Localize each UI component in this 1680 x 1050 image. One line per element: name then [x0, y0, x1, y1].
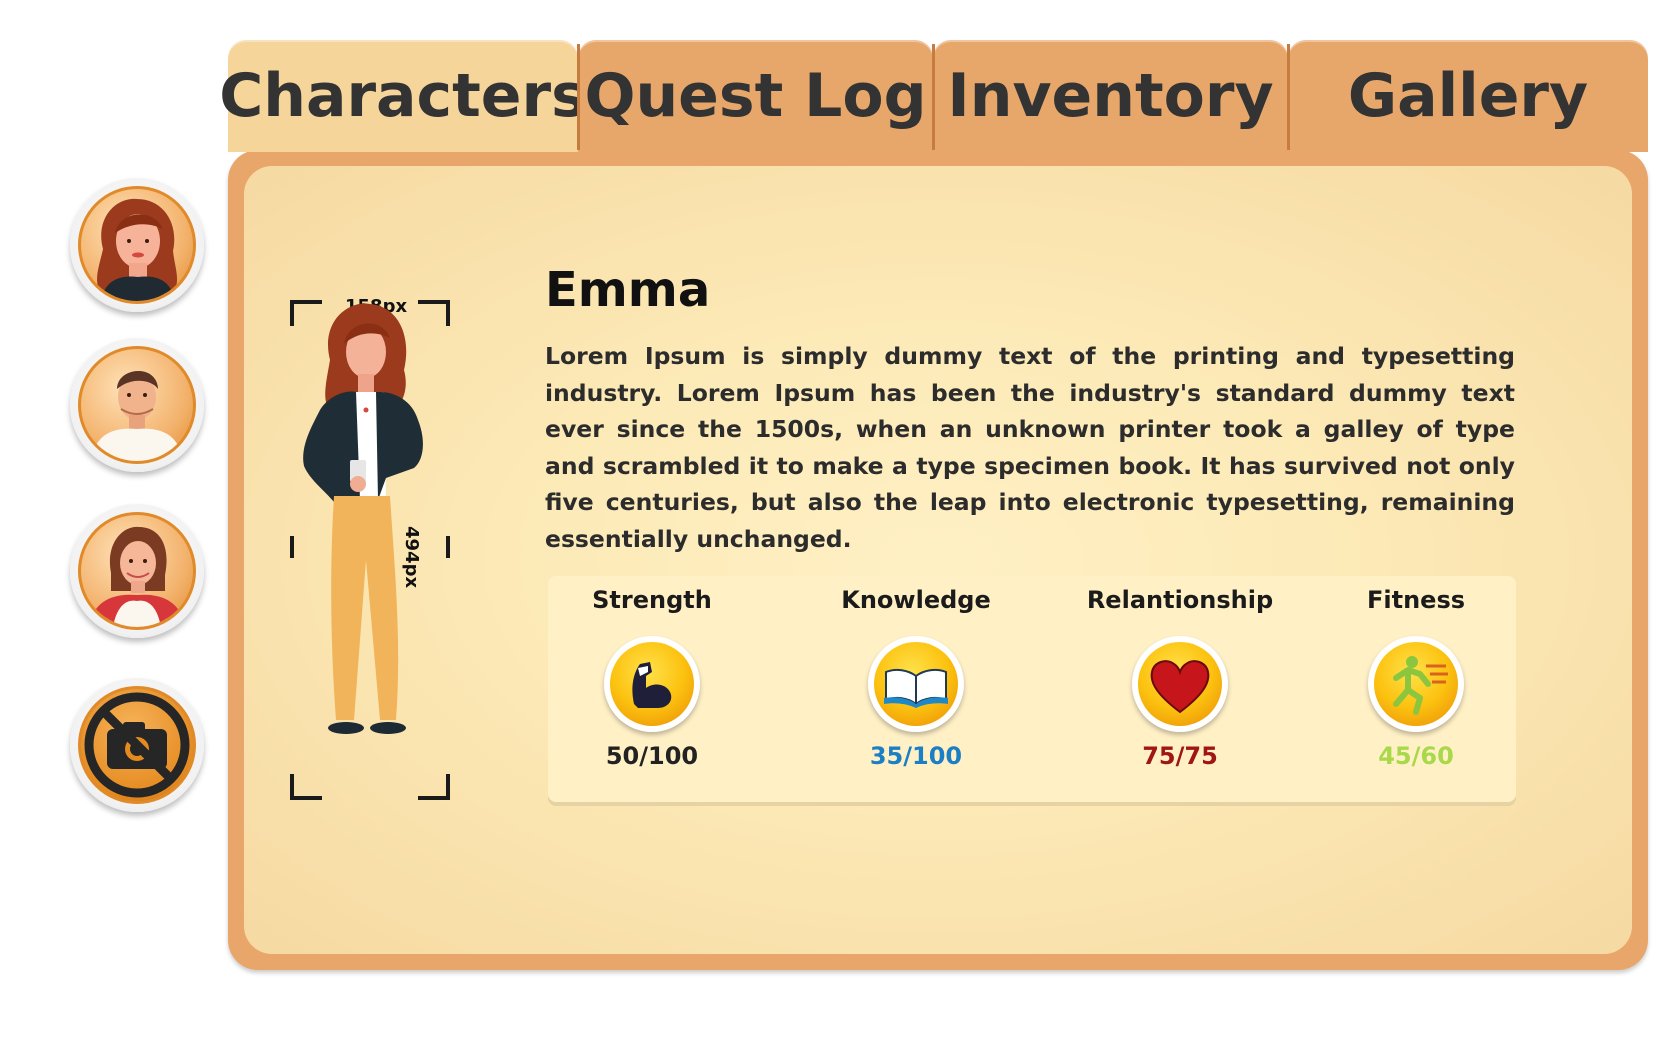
avatar-man[interactable]	[70, 338, 204, 472]
tab-characters-label: Characters	[219, 61, 587, 131]
character-figure: 158px 494px	[290, 296, 450, 800]
man-portrait-icon	[91, 370, 183, 461]
stat-strength: Strength 50/100	[552, 576, 752, 802]
stat-fitness-value: 45/60	[1378, 742, 1454, 770]
emma-full-body-illustration	[303, 303, 423, 734]
stat-fitness: Fitness 45/60	[1316, 576, 1516, 802]
avatar-locked-no-camera[interactable]	[70, 678, 204, 812]
tab-characters[interactable]: Characters	[219, 40, 587, 152]
stat-strength-badge[interactable]	[604, 636, 700, 732]
heart-icon	[1150, 660, 1210, 714]
stat-relationship-value: 75/75	[1142, 742, 1218, 770]
tab-quest-log[interactable]: Quest Log	[578, 40, 933, 152]
character-name: Emma	[545, 262, 711, 318]
stat-strength-label: Strength	[592, 586, 712, 614]
muscle-icon	[632, 662, 672, 708]
book-icon	[884, 668, 948, 708]
avatar-emma-portrait	[78, 186, 196, 304]
avatar-man-portrait	[78, 346, 196, 464]
tab-divider	[1287, 44, 1290, 150]
woman-portrait-icon	[97, 198, 178, 301]
character-description: Lorem Ipsum is simply dummy text of the …	[545, 342, 1515, 553]
tab-gallery[interactable]: Gallery	[1288, 40, 1648, 152]
paper-background	[244, 166, 1632, 954]
tab-divider	[932, 44, 935, 150]
avatar-emma[interactable]	[70, 178, 204, 312]
no-camera-badge	[78, 686, 196, 804]
stat-relationship-label: Relantionship	[1086, 586, 1274, 614]
stat-relationship-badge[interactable]	[1132, 636, 1228, 732]
stat-knowledge-value: 35/100	[869, 742, 963, 770]
stat-knowledge-label: Knowledge	[841, 586, 991, 614]
tab-inventory[interactable]: Inventory	[933, 40, 1288, 152]
runner-icon	[1393, 656, 1448, 715]
tab-quest-log-label: Quest Log	[584, 61, 927, 131]
stat-knowledge: Knowledge 35/100	[816, 576, 1016, 802]
stat-knowledge-badge[interactable]	[868, 636, 964, 732]
avatar-woman-red[interactable]	[70, 504, 204, 638]
tab-gallery-label: Gallery	[1347, 61, 1589, 131]
stat-fitness-badge[interactable]	[1368, 636, 1464, 732]
avatar-woman-red-portrait	[78, 512, 196, 630]
stat-relationship: Relantionship 75/75	[1080, 576, 1280, 802]
woman-red-portrait-icon	[89, 526, 185, 627]
tab-inventory-label: Inventory	[947, 61, 1274, 131]
stats-panel: Strength 50/100 Knowledge 35/100 Relanti…	[548, 576, 1516, 802]
stat-strength-value: 50/100	[605, 742, 699, 770]
tab-bar: Characters Quest Log Inventory Gallery	[219, 40, 1648, 170]
no-camera-icon	[84, 692, 190, 798]
stat-fitness-label: Fitness	[1366, 586, 1466, 614]
tab-divider	[577, 44, 580, 150]
